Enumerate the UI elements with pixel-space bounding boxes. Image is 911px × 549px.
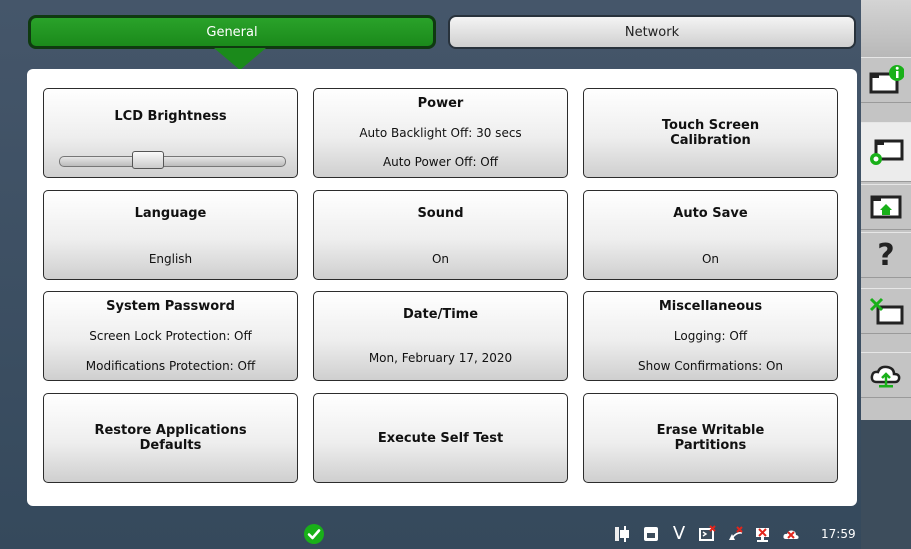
right-sidebar: ? (861, 0, 911, 549)
date-time-tile[interactable]: Date/Time Mon, February 17, 2020 (313, 291, 568, 381)
tools-icon (869, 297, 904, 325)
sidebar-bottom-area (861, 420, 911, 549)
tile-title: LCD Brightness (114, 109, 227, 124)
date-value: Mon, February 17, 2020 (368, 351, 513, 365)
cloud-off-icon (782, 525, 800, 543)
touch-screen-calibration-tile[interactable]: Touch Screen Calibration (583, 88, 838, 178)
sidebar-item-info[interactable] (861, 57, 911, 103)
brightness-slider-handle[interactable] (132, 151, 165, 169)
power-backlight-value: Auto Backlight Off: 30 secs (359, 126, 522, 140)
restore-defaults-tile[interactable]: Restore Applications Defaults (43, 393, 298, 483)
auto-save-value: On (701, 252, 720, 266)
cloud-upload-icon (870, 365, 901, 388)
system-settings-icon (870, 139, 904, 165)
tab-general[interactable]: General (28, 15, 436, 49)
screen-lock-value: Screen Lock Protection: Off (89, 329, 252, 343)
sidebar-item-tools[interactable] (861, 288, 911, 334)
tile-title-line1: Touch Screen (661, 118, 760, 133)
tile-title: Date/Time (402, 307, 479, 322)
sidebar-item-help[interactable]: ? (861, 232, 911, 278)
tile-title-line1: Restore Applications (94, 423, 247, 438)
clock: 17:59 (821, 527, 856, 541)
main-area: General Network LCD Brightness Power Aut… (0, 0, 861, 549)
power-tile[interactable]: Power Auto Backlight Off: 30 secs Auto P… (313, 88, 568, 178)
lcd-brightness-tile[interactable]: LCD Brightness (43, 88, 298, 178)
v-indicator-label: V (672, 523, 686, 544)
tile-title: Language (134, 206, 207, 221)
execute-self-test-tile[interactable]: Execute Self Test (313, 393, 568, 483)
tile-title: Erase Writable Partitions (584, 394, 837, 482)
sidebar-item-system-settings[interactable] (861, 122, 911, 182)
show-confirmations-value: Show Confirmations: On (638, 359, 783, 373)
tab-general-label: General (206, 24, 258, 40)
tile-title: Miscellaneous (658, 299, 763, 314)
tile-title-line2: Defaults (139, 438, 202, 453)
sidebar-header (861, 0, 911, 57)
brightness-slider-track[interactable] (59, 156, 286, 167)
tile-title: Power (417, 96, 464, 111)
tile-title: Auto Save (673, 206, 748, 221)
terminal-icon (698, 525, 716, 543)
tile-title-line2: Calibration (670, 133, 751, 148)
tile-title: Restore Applications Defaults (44, 394, 297, 482)
language-value: English (148, 252, 193, 266)
sound-value: On (431, 252, 450, 266)
auto-save-tile[interactable]: Auto Save On (583, 190, 838, 280)
tile-title: System Password (106, 299, 235, 314)
erase-partitions-tile[interactable]: Erase Writable Partitions (583, 393, 838, 483)
status-icons: V (614, 524, 800, 544)
power-auto-off-value: Auto Power Off: Off (382, 155, 499, 169)
sidebar-item-cloud[interactable] (861, 352, 911, 398)
tab-network[interactable]: Network (448, 15, 856, 49)
v-indicator: V (670, 525, 688, 543)
help-icon: ? (877, 237, 895, 273)
storage-icon (642, 525, 660, 543)
tab-network-label: Network (624, 24, 680, 40)
network-off-icon (754, 525, 772, 543)
wifi-off-icon (726, 525, 744, 543)
sound-tile[interactable]: Sound On (313, 190, 568, 280)
status-ok-icon[interactable] (304, 524, 324, 544)
tile-title: Execute Self Test (377, 430, 504, 446)
logging-value: Logging: Off (673, 329, 748, 343)
info-icon (869, 65, 904, 94)
tile-title-line1: Erase Writable (656, 423, 765, 438)
home-folder-icon (870, 195, 902, 219)
modifications-protection-value: Modifications Protection: Off (85, 359, 256, 373)
system-password-tile[interactable]: System Password Screen Lock Protection: … (43, 291, 298, 381)
tile-title-line2: Partitions (674, 438, 747, 453)
miscellaneous-tile[interactable]: Miscellaneous Logging: Off Show Confirma… (583, 291, 838, 381)
sidebar-item-home[interactable] (861, 184, 911, 230)
tile-title: Touch Screen Calibration (584, 89, 837, 177)
tile-title: Sound (417, 206, 464, 221)
language-tile[interactable]: Language English (43, 190, 298, 280)
active-tab-pointer (214, 48, 266, 70)
power-plug-icon (614, 525, 632, 543)
